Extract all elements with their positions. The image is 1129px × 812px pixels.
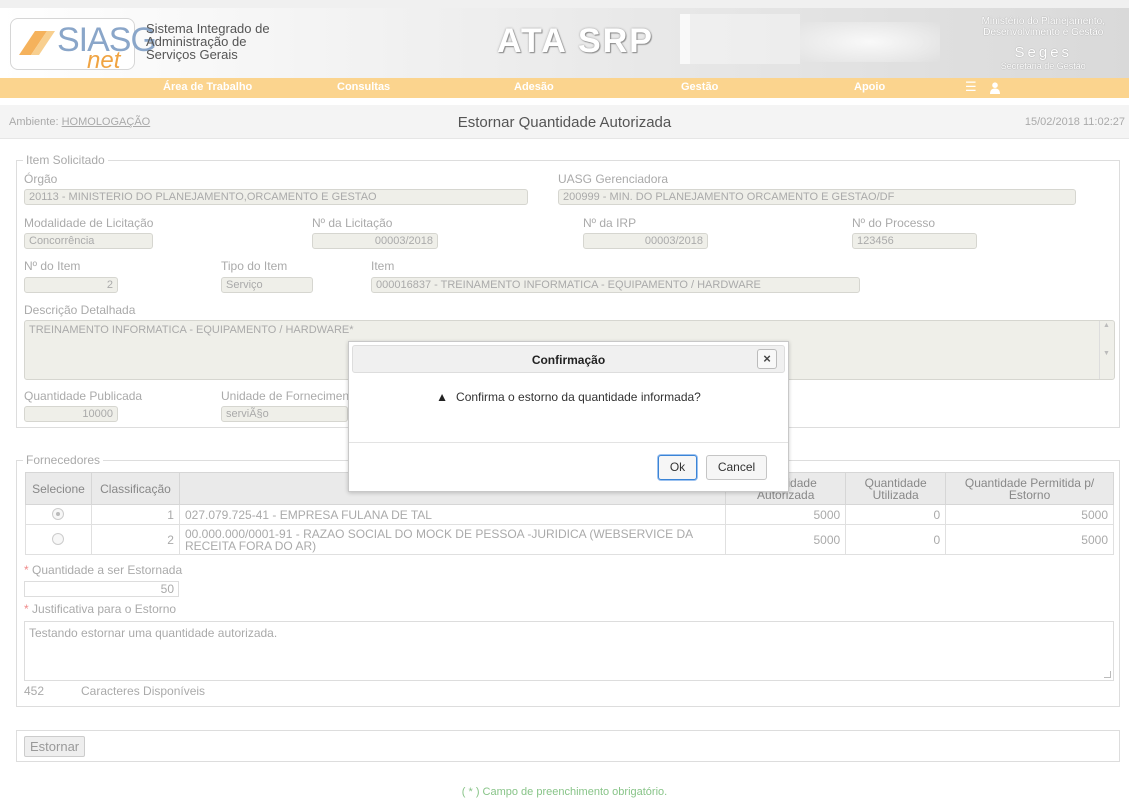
fornecedor-cell: 027.079.725-41 - EMPRESA FULANA DE TAL: [178, 504, 727, 525]
resize-grip-icon[interactable]: [1104, 671, 1111, 678]
unidade-label: Unidade de Fornecimento: [221, 389, 348, 403]
qtd-autorizada-cell: 5000: [725, 524, 847, 555]
chars-label: Caracteres Disponíveis: [81, 684, 206, 698]
justificativa-label-text: Justificativa para o Estorno: [32, 602, 177, 616]
hamburger-menu-icon[interactable]: ☰: [965, 79, 977, 95]
qtd-publicada-field: 10000: [24, 406, 118, 422]
uasg-label: UASG Gerenciadora: [558, 172, 669, 186]
tipo-item-label: Tipo do Item: [221, 259, 288, 273]
app-title: ATA SRP: [497, 22, 654, 60]
logo-sub-text: net: [87, 47, 121, 74]
orgao-field: 20113 - MINISTERIO DO PLANEJAMENTO,ORCAM…: [24, 189, 528, 205]
licitacao-label: Nº da Licitação: [312, 216, 393, 230]
item-field: 000016837 - TREINAMENTO INFORMATICA - EQ…: [371, 277, 860, 293]
modalidade-field: Concorrência: [24, 233, 153, 249]
nav-adesao[interactable]: Adesão: [514, 81, 554, 93]
select-radio[interactable]: [52, 532, 65, 545]
select-cell: [25, 524, 92, 555]
scroll-up-icon[interactable]: ▲: [1103, 322, 1110, 329]
confirm-dialog: Confirmação × ▲ Confirma o estorno da qua…: [348, 341, 789, 492]
siasg-logo[interactable]: SIASG net: [10, 18, 157, 74]
dialog-message: ▲ Confirma o estorno da quantidade inform…: [349, 390, 788, 404]
estornar-button[interactable]: Estornar: [24, 736, 86, 757]
nav-apoio[interactable]: Apoio: [854, 81, 885, 93]
table-row: 2 00.000.000/0001-91 - RAZAO SOCIAL DO M…: [25, 524, 1114, 555]
orgao-label: Órgão: [24, 172, 58, 186]
qtd-publicada-label: Quantidade Publicada: [24, 389, 143, 403]
close-icon[interactable]: ×: [757, 349, 777, 369]
col-header-qtd-utilizada: Quantidade Utilizada: [845, 472, 947, 505]
ambient-bar: Ambiente: HOMOLOGAÇÃO Estornar Quantidad…: [0, 105, 1129, 139]
nav-area-de-trabalho[interactable]: Área de Trabalho: [163, 81, 252, 93]
ministry-line: Desenvolvimento e Gestão: [983, 27, 1104, 38]
num-item-field: 2: [24, 277, 118, 293]
justificativa-text: Testando estornar uma quantidade autoriz…: [29, 626, 278, 640]
qtd-estornar-label: * Quantidade a ser Estornada: [24, 563, 182, 577]
seges-label: Seges: [1014, 44, 1073, 61]
system-name: Sistema Integrado de Administração de Se…: [146, 22, 306, 61]
qtd-estornar-input[interactable]: 50: [24, 581, 179, 597]
chars-count: 452: [24, 684, 45, 698]
header-decoration: [800, 22, 940, 62]
dialog-message-text: Confirma o estorno da quantidade informa…: [456, 390, 701, 404]
uasg-field: 200999 - MIN. DO PLANEJAMENTO ORCAMENTO …: [558, 189, 1076, 205]
logo-mark-icon: [19, 31, 55, 55]
unidade-field: serviÃ§o: [221, 406, 348, 422]
nav-consultas[interactable]: Consultas: [337, 81, 390, 93]
qtd-permitida-cell: 5000: [945, 524, 1114, 555]
num-item-label: Nº do Item: [24, 259, 81, 273]
browser-strip: [0, 0, 1129, 8]
ministry-line: Ministério do Planejamento,: [981, 16, 1105, 27]
main-nav: Área de Trabalho Consultas Adesão Gestão…: [0, 78, 1129, 98]
table-row: 1 027.079.725-41 - EMPRESA FULANA DE TAL…: [25, 504, 1114, 525]
required-marker: *: [24, 602, 33, 616]
irp-field: 00003/2018: [583, 233, 708, 249]
classificacao-cell: 2: [90, 524, 180, 555]
select-radio[interactable]: [52, 507, 65, 520]
ok-button[interactable]: Ok: [658, 455, 697, 480]
justificativa-label: * Justificativa para o Estorno: [24, 602, 176, 616]
actions-panel: Estornar: [16, 730, 1120, 762]
descricao-label: Descrição Detalhada: [24, 303, 136, 317]
header-decoration: [680, 14, 800, 64]
qtd-estornar-label-text: Quantidade a ser Estornada: [32, 563, 183, 577]
fornecedor-cell: 00.000.000/0001-91 - RAZAO SOCIAL DO MOC…: [178, 524, 727, 555]
dialog-divider: [349, 442, 788, 443]
modalidade-label: Modalidade de Licitação: [24, 216, 154, 230]
qtd-utilizada-cell: 0: [845, 504, 947, 525]
qtd-utilizada-cell: 0: [845, 524, 947, 555]
required-note: ( * ) Campo de preenchimento obrigatório…: [461, 786, 668, 798]
tipo-item-field: Serviço: [221, 277, 313, 293]
processo-label: Nº do Processo: [852, 216, 936, 230]
irp-label: Nº da IRP: [583, 216, 637, 230]
ministry-logo: Ministério do Planejamento, Desenvolvime…: [982, 16, 1105, 71]
scroll-down-icon[interactable]: ▼: [1103, 350, 1110, 357]
app-header: SIASG net Sistema Integrado de Administr…: [0, 0, 1129, 78]
required-marker: *: [24, 563, 33, 577]
nav-gestao[interactable]: Gestão: [681, 81, 718, 93]
licitacao-field: 00003/2018: [312, 233, 438, 249]
classificacao-cell: 1: [90, 504, 180, 525]
col-header-classificacao: Classificação: [90, 472, 180, 505]
justificativa-textarea[interactable]: Testando estornar uma quantidade autoriz…: [24, 621, 1114, 681]
dialog-title: Confirmação: [531, 353, 606, 367]
col-header-selecione: Selecione: [25, 472, 92, 505]
item-label: Item: [371, 259, 395, 273]
user-icon[interactable]: [990, 82, 1000, 94]
system-name-line: Serviços Gerais: [146, 47, 238, 62]
processo-field: 123456: [852, 233, 977, 249]
datetime: 15/02/2018 11:02:27: [1024, 116, 1125, 128]
warning-icon: ▲: [436, 390, 449, 404]
qtd-autorizada-cell: 5000: [725, 504, 847, 525]
cancel-button[interactable]: Cancel: [706, 455, 767, 480]
fieldset-legend: Fornecedores: [23, 453, 104, 467]
page-title: Estornar Quantidade Autorizada: [457, 114, 672, 131]
select-cell: [25, 504, 92, 525]
seges-sub: Secretaria de Gestão: [1000, 61, 1086, 71]
qtd-permitida-cell: 5000: [945, 504, 1114, 525]
dialog-titlebar: Confirmação ×: [352, 345, 785, 373]
fieldset-legend: Item Solicitado: [23, 153, 108, 167]
col-header-qtd-permitida: Quantidade Permitida p/ Estorno: [945, 472, 1114, 505]
